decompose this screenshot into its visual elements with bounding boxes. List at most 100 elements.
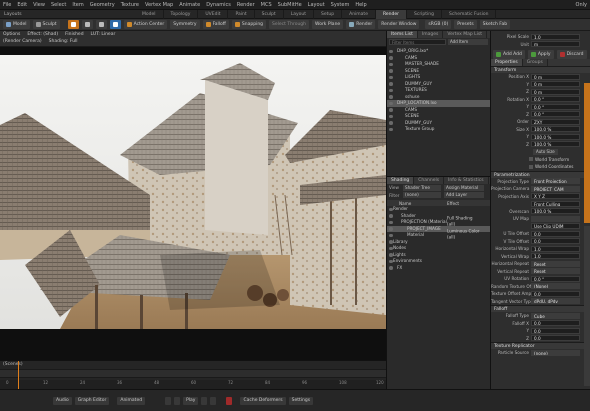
parametrization-field[interactable]: Reset <box>531 268 580 275</box>
step-back-icon[interactable] <box>174 397 181 405</box>
viewport-option-3[interactable]: LUT: Linear <box>91 32 116 37</box>
layout-tab-scripting[interactable]: Scripting <box>407 10 443 19</box>
transform-field[interactable]: 0 m <box>531 73 580 80</box>
visibility-eye-icon[interactable] <box>389 259 393 263</box>
select-through-button[interactable]: Select Through <box>269 20 310 29</box>
falloff-section-header[interactable]: Falloff <box>491 305 590 312</box>
add-add-button[interactable]: Add Add <box>493 50 525 59</box>
transform-field[interactable]: 100.0 % <box>531 133 580 140</box>
sketch-fab-button[interactable]: Sketch Fab <box>479 20 511 29</box>
visibility-eye-icon[interactable] <box>389 49 393 53</box>
parametrization-field[interactable]: 0.0 <box>531 290 580 297</box>
menu-item-vertex-map[interactable]: Vertex Map <box>142 0 176 10</box>
skip-forward-icon[interactable] <box>210 397 217 405</box>
select-vertices-button[interactable] <box>67 20 79 29</box>
parametrization-field[interactable]: PROJECT_CAM <box>531 185 580 192</box>
visibility-eye-icon[interactable] <box>389 227 393 231</box>
select-edges-button[interactable] <box>81 20 93 29</box>
render-viewport[interactable] <box>0 47 386 360</box>
transform-field[interactable]: 0.0 ° <box>531 111 580 118</box>
audio-button[interactable]: Audio <box>53 397 72 405</box>
visibility-eye-icon[interactable] <box>389 220 393 224</box>
timeline-track[interactable] <box>0 369 386 378</box>
effect-column-header[interactable]: Effect <box>447 201 459 206</box>
viewport-option-0[interactable]: Options <box>3 32 20 37</box>
shader-tab-channels[interactable]: Channels <box>414 177 445 184</box>
shader-view-dropdown[interactable]: Shader Tree <box>403 184 441 191</box>
visibility-eye-icon[interactable] <box>389 69 393 73</box>
skip-back-icon[interactable] <box>165 397 172 405</box>
replicator-field[interactable]: (none) <box>531 349 580 356</box>
animated-dropdown[interactable]: Animated <box>117 397 146 405</box>
visibility-eye-icon[interactable] <box>389 82 393 86</box>
items-tab-vertex-map-list[interactable]: Vertex Map List <box>443 31 488 38</box>
visibility-eye-icon[interactable] <box>389 207 393 211</box>
menu-item-item[interactable]: Item <box>69 0 86 10</box>
menu-item-help[interactable]: Help <box>352 0 369 10</box>
parametrization-field[interactable]: 1.0 <box>531 245 580 252</box>
layout-tab-uvedit[interactable]: UVEdit <box>198 10 229 19</box>
viewport-option-1[interactable]: Effect: (Shad) <box>27 32 58 37</box>
transform-field[interactable]: 0.0 ° <box>531 96 580 103</box>
menu-item-mcs[interactable]: MCS <box>258 0 275 10</box>
visibility-eye-icon[interactable] <box>389 253 393 257</box>
menu-item-submithe[interactable]: SubMitHe <box>275 0 305 10</box>
viewport-camera-option-1[interactable]: Shading: Full <box>49 39 78 44</box>
shader-tab-shading[interactable]: Shading <box>387 177 415 184</box>
snapping-button[interactable]: Snapping <box>231 20 267 29</box>
falloff-field[interactable]: Cube <box>531 312 580 319</box>
menu-item-texture[interactable]: Texture <box>118 0 142 10</box>
layout-tab-sculpt[interactable]: Sculpt <box>255 10 284 19</box>
graph-editor-button[interactable]: Graph Editor <box>74 397 110 405</box>
record-icon[interactable] <box>226 397 233 405</box>
menu-item-select[interactable]: Select <box>48 0 69 10</box>
parametrization-field[interactable]: 0.0 ° <box>531 275 580 282</box>
transform-field[interactable]: ZXY <box>531 118 580 125</box>
visibility-eye-icon[interactable] <box>389 214 393 218</box>
layout-tab-layout[interactable]: Layout <box>284 10 314 19</box>
viewport-camera-option-0[interactable]: (Render Camera) <box>3 39 42 44</box>
parametrization-field[interactable]: X Y Z <box>531 193 580 200</box>
visibility-eye-icon[interactable] <box>389 62 393 66</box>
name-column-header[interactable]: Name <box>387 201 447 206</box>
layouts-label[interactable]: Layouts <box>4 10 22 19</box>
items-tab-items-list[interactable]: Items List <box>387 31 418 38</box>
timeline-playhead[interactable] <box>18 361 19 390</box>
transform-field[interactable]: 0 m <box>531 81 580 88</box>
layout-tab-animate[interactable]: Animate <box>342 10 376 19</box>
add-layer-button[interactable]: Add Layer <box>444 192 484 199</box>
layout-tab-topology[interactable]: Topology <box>164 10 199 19</box>
properties-tab-groups[interactable]: Groups <box>523 59 548 66</box>
properties-side-tab[interactable] <box>584 83 590 223</box>
properties-tab-properties[interactable]: Properties <box>491 59 523 66</box>
falloff-button[interactable]: Falloff <box>202 20 229 29</box>
transform-field[interactable]: 100.0 % <box>531 141 580 148</box>
layout-tab-paint[interactable]: Paint <box>228 10 255 19</box>
items-filter-input[interactable]: Filter Items <box>389 39 446 45</box>
select-items-button[interactable] <box>109 20 121 29</box>
visibility-eye-icon[interactable] <box>389 114 393 118</box>
world-coords-checkbox[interactable] <box>529 164 533 169</box>
items-tree-row[interactable]: Texture Group <box>387 126 490 133</box>
timeline[interactable]: (Scenes) 0 12 24 36 48 60 72 84 96 108 120 <box>0 360 386 390</box>
discard-button[interactable]: Discard <box>556 50 587 59</box>
visibility-eye-icon[interactable] <box>389 101 393 105</box>
menu-item-animate[interactable]: Animate <box>176 0 203 10</box>
menu-item-edit[interactable]: Edit <box>14 0 30 10</box>
select-polygons-button[interactable] <box>95 20 107 29</box>
shader-tree-row[interactable]: FX <box>387 265 490 272</box>
parametrization-field[interactable]: 0.0 <box>531 230 580 237</box>
menu-item-layout[interactable]: Layout <box>305 0 328 10</box>
menu-item-file[interactable]: File <box>0 0 14 10</box>
parametrization-field[interactable]: Front Culling <box>531 200 580 207</box>
top-property-field[interactable]: 1.0 <box>531 33 580 40</box>
render-window-button[interactable]: Render Window <box>378 20 420 29</box>
auto-size-button[interactable]: Auto Size <box>533 148 558 155</box>
visibility-eye-icon[interactable] <box>389 246 393 250</box>
transform-field[interactable]: 0.0 ° <box>531 103 580 110</box>
sculpt-mode-button[interactable]: Sculpt <box>32 20 60 29</box>
top-property-field[interactable]: m <box>531 41 580 48</box>
symmetry-button[interactable]: Symmetry <box>170 20 200 29</box>
parametrization-field[interactable]: dPdU, dPdv <box>531 298 580 305</box>
parametrization-section-header[interactable]: Parametrization <box>491 170 590 178</box>
